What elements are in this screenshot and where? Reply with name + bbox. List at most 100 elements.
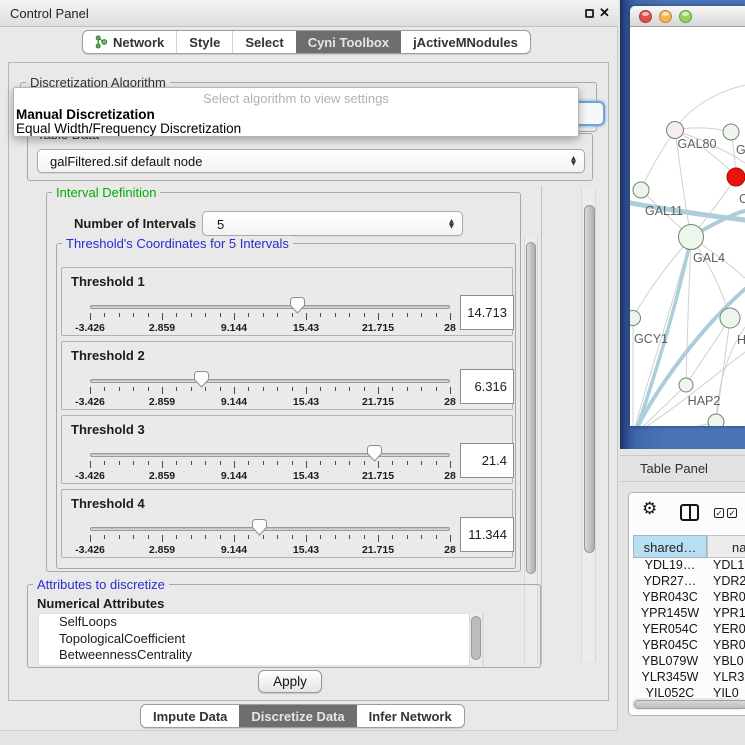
column-header-name[interactable]: na xyxy=(707,535,745,558)
threshold-value-field[interactable]: 14.713 xyxy=(460,295,514,330)
dropdown-option-equal-width-frequency[interactable]: Equal Width/Frequency Discretization xyxy=(16,121,241,136)
network-node[interactable] xyxy=(679,378,693,392)
tab-impute-data[interactable]: Impute Data xyxy=(141,705,239,727)
table-row[interactable]: YLR345WYLR3 xyxy=(633,670,745,686)
network-icon xyxy=(95,35,108,49)
threshold-slider[interactable]: -3.4262.8599.14415.4321.71528 xyxy=(90,342,450,411)
spinner-icon: ▲▼ xyxy=(571,156,576,166)
table-row[interactable]: YBR043CYBR0 xyxy=(633,590,745,606)
group-title: Interval Definition xyxy=(52,185,160,200)
checkbox-icon[interactable]: ✓ xyxy=(727,508,737,518)
network-node[interactable] xyxy=(727,168,745,186)
split-column-icon[interactable] xyxy=(680,504,699,521)
threshold-row: Threshold 3 -3.4262.8599.14415.4321.7152… xyxy=(61,415,513,484)
table-row[interactable]: YPR145WYPR1 xyxy=(633,606,745,622)
float-window-icon[interactable] xyxy=(585,9,594,18)
table-row[interactable]: YDR27…YDR2 xyxy=(633,574,745,590)
network-node[interactable] xyxy=(723,124,739,140)
slider-thumb-icon[interactable] xyxy=(367,445,382,462)
tab-infer-network[interactable]: Infer Network xyxy=(357,705,464,727)
network-window: GAL80GACGAL11GAL4GCY1HHAP2 xyxy=(630,6,745,426)
slider-ticks xyxy=(90,535,450,543)
threshold-slider[interactable]: -3.4262.8599.14415.4321.71528 xyxy=(90,490,450,559)
scrollbar-thumb[interactable] xyxy=(634,700,745,709)
slider-tick-labels: -3.4262.8599.14415.4321.71528 xyxy=(90,470,450,483)
node-label: H xyxy=(737,333,745,347)
traffic-light-minimize-icon[interactable] xyxy=(659,10,672,23)
scrollbar-thumb[interactable] xyxy=(584,205,595,553)
slider-thumb-icon[interactable] xyxy=(252,519,267,536)
gear-icon[interactable]: ⚙ xyxy=(642,500,657,518)
network-node[interactable] xyxy=(720,308,740,328)
column-header-shared-name[interactable]: shared… xyxy=(633,535,707,558)
network-node[interactable] xyxy=(708,414,724,426)
slider-track[interactable] xyxy=(90,305,450,309)
algorithm-dropdown-popup: Select algorithm to view settings Manual… xyxy=(13,87,579,137)
outer-vertical-scrollbar[interactable] xyxy=(581,188,596,662)
node-label: GCY1 xyxy=(634,332,668,346)
slider-track[interactable] xyxy=(90,453,450,457)
slider-track[interactable] xyxy=(90,527,450,531)
apply-button[interactable]: Apply xyxy=(258,670,322,693)
table-header: shared… na xyxy=(629,535,745,558)
num-intervals-label: Number of Intervals xyxy=(74,216,196,231)
horizontal-scrollbar[interactable] xyxy=(632,698,744,710)
threshold-row: Threshold 4 -3.4262.8599.14415.4321.7152… xyxy=(61,489,513,558)
slider-track[interactable] xyxy=(90,379,450,383)
dropdown-option-manual-discretization[interactable]: Manual Discretization xyxy=(16,107,155,122)
scrollbar-thumb[interactable] xyxy=(526,242,536,574)
slider-ticks xyxy=(90,387,450,395)
tab-discretize-data[interactable]: Discretize Data xyxy=(239,705,356,727)
num-intervals-combobox[interactable]: 5 ▲▼ xyxy=(202,211,463,236)
threshold-value-field[interactable]: 21.4 xyxy=(460,443,514,478)
table-data-combobox[interactable]: galFiltered.sif default node ▲▼ xyxy=(37,149,585,173)
node-label: GA xyxy=(736,143,745,157)
tab-label: Select xyxy=(245,35,283,50)
table-row[interactable]: YBL079WYBL0 xyxy=(633,654,745,670)
tab-select[interactable]: Select xyxy=(232,31,295,53)
table-row[interactable]: YER054CYER0 xyxy=(633,622,745,638)
network-view-panel[interactable]: GAL80GACGAL11GAL4GCY1HHAP2 xyxy=(620,0,745,449)
network-node[interactable] xyxy=(667,122,684,139)
tab-network[interactable]: Network xyxy=(83,31,176,53)
tab-cyni-toolbox[interactable]: Cyni Toolbox xyxy=(296,31,401,53)
slider-tick-labels: -3.4262.8599.14415.4321.71528 xyxy=(90,322,450,335)
node-label: HAP2 xyxy=(688,394,721,408)
slider-tick-labels: -3.4262.8599.14415.4321.71528 xyxy=(90,396,450,409)
network-canvas[interactable]: GAL80GACGAL11GAL4GCY1HHAP2 xyxy=(630,27,745,426)
slider-thumb-icon[interactable] xyxy=(194,371,209,388)
node-label: GAL11 xyxy=(645,204,683,218)
traffic-light-zoom-icon[interactable] xyxy=(679,10,692,23)
threshold-value-field[interactable]: 11.344 xyxy=(460,517,514,552)
table-row[interactable]: YIL052CYIL0 xyxy=(633,686,745,697)
slider-thumb-icon[interactable] xyxy=(290,297,305,314)
cyni-mode-tabbar: Impute Data Discretize Data Infer Networ… xyxy=(140,704,465,728)
numerical-attributes-list[interactable]: SelfLoopsTopologicalCoefficientBetweenne… xyxy=(38,613,484,666)
slider-ticks xyxy=(90,313,450,321)
network-node[interactable] xyxy=(633,182,649,198)
network-node[interactable] xyxy=(630,311,641,326)
table-row[interactable]: YDL19…YDL1 xyxy=(633,558,745,574)
threshold-slider[interactable]: -3.4262.8599.14415.4321.71528 xyxy=(90,416,450,485)
tab-style[interactable]: Style xyxy=(176,31,232,53)
spinner-icon: ▲▼ xyxy=(449,219,454,229)
close-icon[interactable]: ✕ xyxy=(599,5,610,21)
node-label: GAL80 xyxy=(678,137,717,151)
list-item[interactable]: BetweennessCentrality xyxy=(39,647,483,664)
checkbox-icon[interactable]: ✓ xyxy=(714,508,724,518)
tab-jactivemnodules[interactable]: jActiveMNodules xyxy=(401,31,530,53)
control-panel: Control Panel ✕ Network Style Select Cyn… xyxy=(0,0,618,731)
list-item[interactable]: SelfLoops xyxy=(39,614,483,631)
table-row[interactable]: YBR045CYBR0 xyxy=(633,638,745,654)
network-window-titlebar[interactable] xyxy=(630,6,745,27)
attributes-list-scrollbar[interactable] xyxy=(469,613,483,666)
traffic-light-close-icon[interactable] xyxy=(639,10,652,23)
control-panel-tabbar: Network Style Select Cyni Toolbox jActiv… xyxy=(82,30,531,54)
threshold-value-field[interactable]: 6.316 xyxy=(460,369,514,404)
slider-ticks xyxy=(90,461,450,469)
table-rows: YDL19…YDL1YDR27…YDR2YBR043CYBR0YPR145WYP… xyxy=(633,558,745,697)
network-node[interactable] xyxy=(679,225,704,250)
list-item[interactable]: TopologicalCoefficient xyxy=(39,631,483,648)
scrollbar-thumb[interactable] xyxy=(471,616,481,660)
threshold-slider[interactable]: -3.4262.8599.14415.4321.71528 xyxy=(90,268,450,337)
